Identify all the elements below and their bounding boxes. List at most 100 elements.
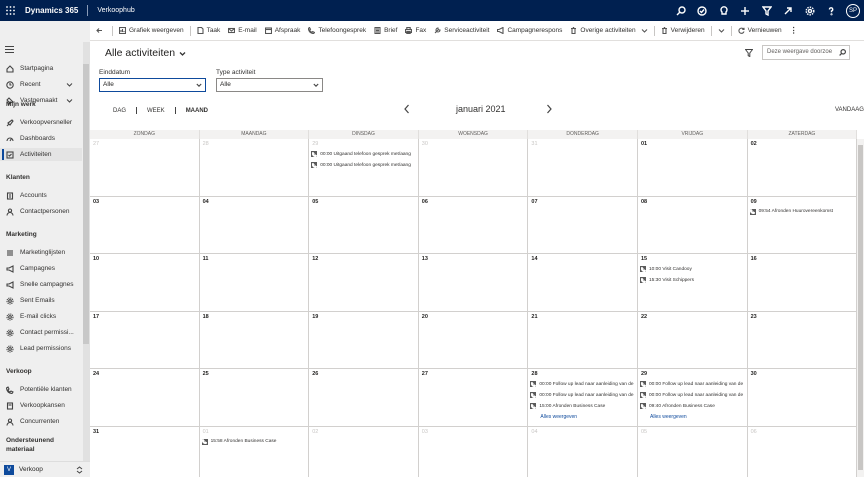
search-icon[interactable] [839, 49, 846, 56]
see-all-link[interactable]: Alles weergeven [650, 414, 687, 420]
new-service-activity-button[interactable]: Serviceactiviteit [430, 21, 493, 41]
new-phone-call-button[interactable]: Telefoongesprek [304, 21, 370, 41]
see-all-link[interactable]: Alles weergeven [540, 414, 577, 420]
calendar-day-cell[interactable]: 29 00:00 Follow up lead naar aanleiding v… [638, 369, 748, 427]
avatar[interactable]: SP [846, 3, 860, 18]
calendar-scrollbar-thumb[interactable] [858, 145, 863, 470]
back-button[interactable] [90, 21, 110, 41]
calendar-event[interactable]: 00:00 Follow up lead naar aanleiding van… [530, 391, 634, 399]
task-flow-icon[interactable] [692, 0, 714, 21]
sidebar-scrollbar-thumb[interactable] [83, 64, 89, 344]
calendar-day-cell[interactable]: 02 [309, 426, 419, 477]
app-title[interactable]: Verkoophub [97, 7, 134, 14]
new-appointment-button[interactable]: Afspraak [261, 21, 305, 41]
new-email-button[interactable]: E-mail [224, 21, 260, 41]
mode-month-button[interactable]: MAAND [182, 108, 212, 114]
calendar-day-cell[interactable]: 28 [199, 139, 310, 197]
calendar-event[interactable]: 00:00 Uitgaand telefoon gesprek met/aang [311, 150, 415, 158]
calendar-day-cell[interactable]: 31 [528, 139, 638, 197]
calendar-day-cell[interactable]: 04 [528, 426, 638, 477]
other-activities-button[interactable]: Overige activiteiten [566, 21, 651, 41]
help-icon[interactable] [821, 0, 843, 21]
calendar-day-cell[interactable]: 24 [90, 369, 200, 427]
calendar-event[interactable]: 00:00 Follow up lead naar aanleiding van… [640, 380, 744, 388]
calendar-day-cell[interactable]: 01 [638, 139, 748, 197]
calendar-day-cell[interactable]: 02 [747, 139, 858, 197]
delete-button[interactable]: Verwijderen [657, 21, 709, 41]
sidebar-item-verkoopkansen[interactable]: Verkoopkansen [0, 399, 82, 412]
calendar-day-cell[interactable]: 10 [90, 254, 200, 312]
calendar-day-cell[interactable]: 21 [528, 311, 638, 369]
sidebar-item-campagnes[interactable]: Campagnes [0, 262, 82, 275]
search-icon[interactable] [670, 0, 692, 21]
calendar-day-cell[interactable]: 17 [90, 311, 200, 369]
calendar-event[interactable]: 15:58 Afronden Business Case [201, 438, 306, 446]
product-name[interactable]: Dynamics 365 [25, 6, 78, 15]
calendar-day-cell[interactable]: 06 [418, 196, 529, 254]
calendar-day-cell[interactable]: 15 10:00 Visit Candooy 15:30 Visit Schippe… [638, 254, 748, 312]
calendar-day-cell[interactable]: 05 [638, 426, 748, 477]
calendar-day-cell[interactable]: 16 [747, 254, 858, 312]
calendar-day-cell[interactable]: 30 [418, 139, 529, 197]
sidebar-item-potentiele-klanten[interactable]: Potentiële klanten [0, 383, 82, 396]
next-month-button[interactable] [545, 104, 553, 114]
new-campaign-response-button[interactable]: Campagnerespons [493, 21, 566, 41]
calendar-day-cell[interactable]: 08 [638, 196, 748, 254]
new-fax-button[interactable]: Fax [401, 21, 430, 41]
more-commands-button[interactable]: ⋮ [786, 21, 802, 41]
calendar-day-cell[interactable]: 31 [90, 426, 200, 477]
calendar-day-cell[interactable]: 18 [199, 311, 310, 369]
sidebar-item-recent[interactable]: Recent [0, 78, 82, 91]
view-selector[interactable]: Alle activiteiten [105, 47, 186, 59]
assistant-icon[interactable] [778, 0, 800, 21]
refresh-button[interactable]: Vernieuwen [734, 21, 786, 41]
sidebar-item-activiteiten[interactable]: Activiteiten [0, 148, 82, 161]
hamburger-menu-icon[interactable] [5, 45, 14, 54]
mode-day-button[interactable]: DAG [109, 108, 130, 114]
calendar-day-cell[interactable]: 11 [199, 254, 310, 312]
calendar-event[interactable]: 09:54 Afronden Huurovereenkomst [749, 208, 854, 216]
sidebar-item-email-clicks[interactable]: E-mail clicks [0, 310, 82, 323]
calendar-event[interactable]: 00:00 Follow up lead naar aanleiding van… [640, 391, 744, 399]
new-task-button[interactable]: Taak [193, 21, 225, 41]
calendar-day-cell[interactable]: 07 [528, 196, 638, 254]
calendar-day-cell[interactable]: 29 00:00 Uitgaand telefoon gesprek met/aa… [309, 139, 419, 197]
chevron-updown-icon[interactable] [76, 466, 83, 474]
area-switcher[interactable]: V Verkoop [0, 461, 90, 477]
sidebar-item-marketinglijsten[interactable]: Marketinglijsten [0, 246, 82, 259]
calendar-day-cell[interactable]: 03 [419, 426, 529, 477]
sidebar-item-snelle-campagnes[interactable]: Snelle campagnes [0, 278, 82, 291]
mode-week-button[interactable]: WEEK [143, 108, 169, 114]
calendar-day-cell[interactable]: 12 [309, 254, 419, 312]
calendar-day-cell[interactable]: 05 [309, 196, 419, 254]
sidebar-item-startpagina[interactable]: Startpagina [0, 62, 82, 75]
calendar-day-cell[interactable]: 20 [418, 311, 529, 369]
lightbulb-icon[interactable] [713, 0, 735, 21]
calendar-day-cell[interactable]: 03 [90, 196, 200, 254]
show-chart-button[interactable]: Grafiek weergeven [115, 21, 188, 41]
calendar-day-cell[interactable]: 28 00:00 Follow up lead naar aanleiding v… [528, 369, 638, 427]
calendar-day-cell[interactable]: 27 [90, 139, 200, 197]
sidebar-item-contact-permissions[interactable]: Contact permissi... [0, 326, 82, 339]
calendar-event[interactable]: 10:00 Visit Candooy [640, 265, 744, 273]
advanced-find-icon[interactable] [756, 0, 778, 21]
calendar-day-cell[interactable]: 13 [418, 254, 529, 312]
delete-split-button[interactable] [714, 21, 729, 41]
calendar-event[interactable]: 15:00 Afronden Business Case [530, 402, 634, 410]
sidebar-item-accounts[interactable]: Accounts [0, 189, 82, 202]
calendar-day-cell[interactable]: 14 [528, 254, 638, 312]
calendar-day-cell[interactable]: 25 [199, 369, 310, 427]
previous-month-button[interactable] [403, 104, 411, 114]
calendar-day-cell[interactable]: 23 [747, 311, 858, 369]
calendar-day-cell[interactable]: 27 [418, 369, 529, 427]
sidebar-item-verkoopversneller[interactable]: Verkoopversneller [0, 116, 82, 129]
activity-type-select[interactable]: Alle [216, 78, 323, 92]
filter-icon[interactable] [745, 49, 753, 57]
sidebar-item-sent-emails[interactable]: Sent Emails [0, 294, 82, 307]
end-date-select[interactable]: Alle [99, 78, 206, 92]
calendar-day-cell[interactable]: 06 [748, 426, 858, 477]
calendar-day-cell[interactable]: 26 [309, 369, 419, 427]
search-input[interactable]: Deze weergave doorzoe [762, 45, 850, 60]
calendar-day-cell[interactable]: 01 15:58 Afronden Business Case [200, 426, 310, 477]
calendar-event[interactable]: 00:00 Follow up lead naar aanleiding van… [530, 380, 634, 388]
